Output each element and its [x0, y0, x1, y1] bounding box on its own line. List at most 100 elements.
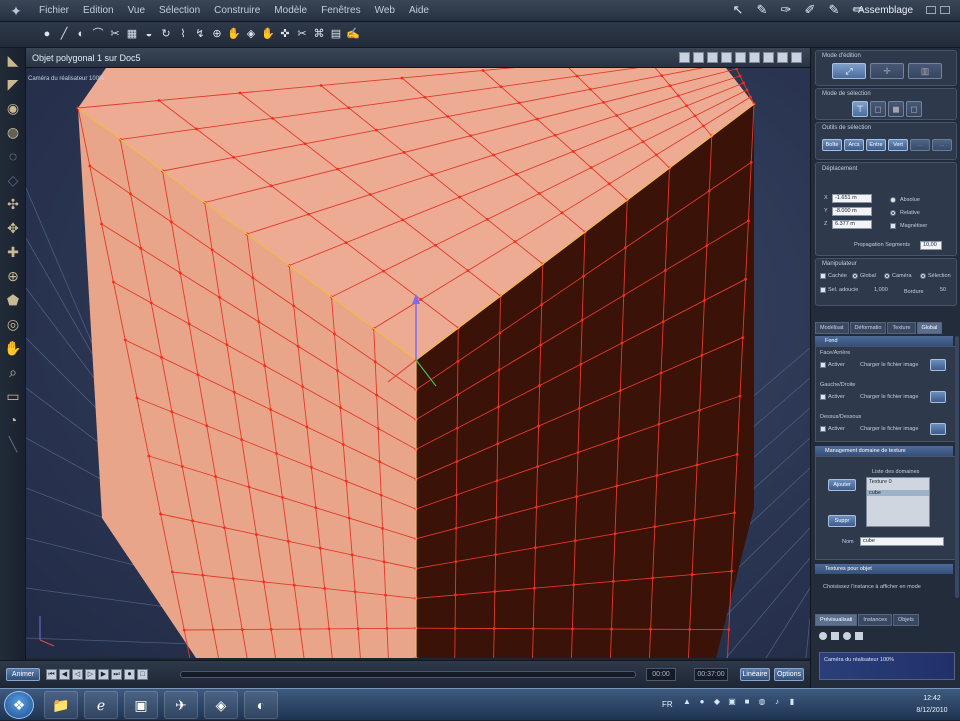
menu-fichier[interactable]: Fichier [32, 0, 76, 22]
left-tool-icon[interactable]: ▭ [0, 384, 26, 408]
toolbar-tool-icon[interactable]: ✍ [346, 26, 360, 42]
toolbar-tool-icon[interactable]: ⌒ [91, 26, 105, 42]
toolbar-tool-icon[interactable]: ⌘ [312, 26, 326, 42]
taskbar-mediacenter-icon[interactable]: ▣ [124, 691, 158, 719]
view-quad-icon[interactable] [707, 52, 718, 63]
left-tool-icon[interactable]: ⌕ [0, 360, 26, 384]
cursor-icon[interactable]: ↖ [730, 2, 746, 18]
tab-objects[interactable]: Objets [892, 614, 919, 626]
select-vertex-button[interactable]: ⊤ [852, 101, 868, 117]
left-tool-icon[interactable]: ╲ [0, 432, 26, 456]
left-tool-icon[interactable]: ◣ [0, 48, 26, 72]
toolbar-tool-icon[interactable]: ▦ [125, 26, 139, 42]
select-edge-button[interactable]: ◻ [870, 101, 886, 117]
left-tool-icon[interactable]: ✣ [0, 192, 26, 216]
gauche-active-checkbox[interactable] [820, 394, 826, 400]
taskbar-ie-icon[interactable]: ℯ [84, 691, 118, 719]
3d-viewport[interactable]: Caméra du réalisateur 100% [26, 68, 810, 658]
gauche-load-button[interactable] [930, 391, 946, 403]
edit-mode-grid-button[interactable]: ▥ [908, 63, 942, 79]
toolbar-tool-icon[interactable]: ✂ [295, 26, 309, 42]
left-tool-icon[interactable]: ◉ [0, 96, 26, 120]
tab-modelisation[interactable]: Modélisat [815, 322, 849, 334]
3d-scene[interactable] [26, 68, 810, 658]
domain-name-field[interactable]: cube [860, 537, 944, 546]
toolbar-tool-icon[interactable]: ◈ [244, 26, 258, 42]
hidden-checkbox[interactable] [820, 273, 826, 279]
taskbar-app5-icon[interactable]: ◈ [204, 691, 238, 719]
y-field[interactable]: -8.000 m [832, 207, 872, 216]
fond-header[interactable]: Fond [815, 336, 953, 346]
left-tool-icon[interactable]: ⊕ [0, 264, 26, 288]
select-arcs-button[interactable]: Arcs [844, 139, 864, 151]
left-tool-icon[interactable]: ◍ [0, 120, 26, 144]
select-more-button[interactable]: ... [910, 139, 930, 151]
left-tool-icon[interactable]: ◎ [0, 312, 26, 336]
taskbar-carrara-icon[interactable]: ✈ [164, 691, 198, 719]
soft-selection-checkbox[interactable] [820, 287, 826, 293]
view-grid-icon[interactable] [721, 52, 732, 63]
tray-expand-icon[interactable]: ▲ [682, 697, 692, 707]
pen-tool-icon[interactable]: ✎ [754, 2, 770, 18]
app-logo-icon[interactable]: ✦ [6, 1, 26, 21]
dessus-load-button[interactable] [930, 423, 946, 435]
transport-button[interactable]: ◀ [59, 669, 70, 680]
left-tool-icon[interactable]: ✋ [0, 336, 26, 360]
tray-volume-icon[interactable]: ♪ [772, 697, 782, 707]
start-button[interactable]: ❖ [4, 691, 34, 719]
face-load-button[interactable] [930, 359, 946, 371]
propagation-field[interactable]: 10,00 [920, 241, 942, 250]
dessus-active-checkbox[interactable] [820, 426, 826, 432]
tray-app4-icon[interactable]: ■ [742, 697, 752, 707]
select-between-button[interactable]: Entre [866, 139, 886, 151]
menu-vue[interactable]: Vue [121, 0, 152, 22]
camera-radio[interactable] [884, 273, 890, 279]
toolbar-tool-icon[interactable]: ⊕ [210, 26, 224, 42]
tray-app1-icon[interactable]: ● [697, 697, 707, 707]
preview-thumbnail[interactable]: Caméra du réalisateur 100% [819, 652, 955, 680]
toolbar-tool-icon[interactable]: ✋ [261, 26, 275, 42]
select-vert-button[interactable]: Vert [888, 139, 908, 151]
preview-light-icon[interactable] [843, 632, 851, 640]
timeline-slider[interactable] [180, 671, 636, 678]
toolbar-tool-icon[interactable]: ◐ [74, 26, 88, 42]
view-camera-icon[interactable] [777, 52, 788, 63]
add-domain-button[interactable]: Ajouter [828, 479, 856, 491]
toolbar-tool-icon[interactable]: ↻ [159, 26, 173, 42]
toolbar-tool-icon[interactable]: ◒ [142, 26, 156, 42]
tray-network-icon[interactable]: ◍ [757, 697, 767, 707]
view-shade-icon[interactable] [735, 52, 746, 63]
edit-mode-move-button[interactable]: ⤢ [832, 63, 866, 79]
select-object-button[interactable]: ◻ [906, 101, 922, 117]
toolbar-tool-icon[interactable]: ✂ [108, 26, 122, 42]
menu-fenetres[interactable]: Fenêtres [314, 0, 367, 22]
transport-button[interactable]: ⏮ [46, 669, 57, 680]
taskbar-app6-icon[interactable]: ◐ [244, 691, 278, 719]
current-time-field[interactable]: 00:00 [646, 668, 676, 681]
magnet-checkbox[interactable] [890, 223, 896, 229]
tray-app3-icon[interactable]: ▣ [727, 697, 737, 707]
left-tool-icon[interactable]: ◇ [0, 168, 26, 192]
menu-aide[interactable]: Aide [402, 0, 436, 22]
absolute-radio[interactable] [890, 197, 896, 203]
view-single-icon[interactable] [679, 52, 690, 63]
left-tool-icon[interactable]: ⬟ [0, 288, 26, 312]
tray-battery-icon[interactable]: ▮ [787, 697, 797, 707]
menu-construire[interactable]: Construire [207, 0, 267, 22]
texture-domain-header[interactable]: Management domaine de texture [815, 446, 953, 456]
toolbar-tool-icon[interactable]: ✜ [278, 26, 292, 42]
toolbar-tool-icon[interactable]: ▤ [329, 26, 343, 42]
tray-app2-icon[interactable]: ◆ [712, 697, 722, 707]
left-tool-icon[interactable]: ✥ [0, 216, 26, 240]
taskbar-explorer-icon[interactable]: 📁 [44, 691, 78, 719]
preview-sphere-icon[interactable] [819, 632, 827, 640]
taskbar-clock[interactable]: 12:42 8/12/2010 [912, 693, 952, 717]
tab-instances[interactable]: Instances [858, 614, 892, 626]
remove-domain-button[interactable]: Suppr [828, 515, 856, 527]
domain-list[interactable]: Texture 0 cube [866, 477, 930, 527]
z-field[interactable]: 6.377 m [832, 220, 872, 229]
textures-objet-header[interactable]: Textures pour objet [815, 564, 953, 574]
left-tool-icon[interactable]: ◌ [0, 144, 26, 168]
language-indicator[interactable]: FR [662, 689, 673, 721]
edit-mode-add-button[interactable]: ✛ [870, 63, 904, 79]
